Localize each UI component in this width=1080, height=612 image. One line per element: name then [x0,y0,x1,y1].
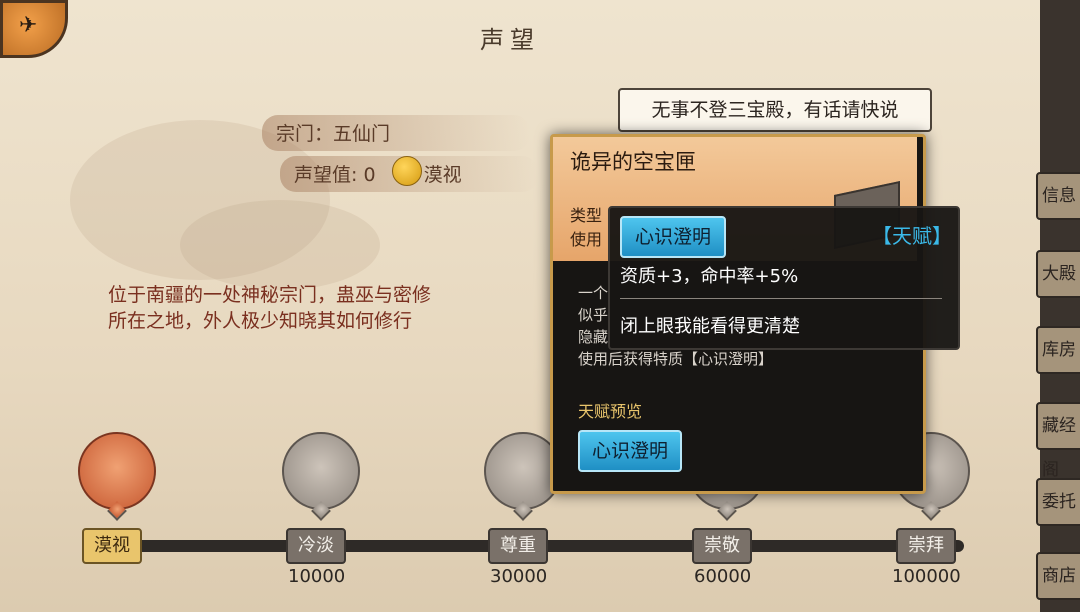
tier-icon-disdain[interactable] [78,432,156,510]
trait-stats: 资质+3，命中率+5% [620,266,799,287]
tier-label-worship: 崇拜 [896,528,956,564]
trait-flavor-text: 闭上眼我能看得更清楚 [620,316,800,337]
tier-label-respect: 尊重 [488,528,548,564]
sect-description: 位于南疆的一处神秘宗门，蛊巫与密修所在之地，外人极少知晓其如何修行 [108,284,432,332]
tier-threshold-worship: 100000 [892,566,961,587]
talent-preview-label: 天赋预览 [578,402,643,421]
tab-shop[interactable]: 商店 [1036,552,1080,600]
mountain-scenery [180,200,380,290]
tooltip-divider [620,298,942,299]
npc-speech-bubble: 无事不登三宝殿，有话请快说 [618,88,932,132]
tier-label-disdain: 漠视 [82,528,142,564]
bird-icon: ✈ [19,13,38,38]
reputation-status: 漠视 [423,164,462,186]
tier-label-reverence: 崇敬 [692,528,752,564]
trait-type-tag: 【天赋】 [872,224,952,248]
item-use-label: 使用 [570,230,603,249]
reputation-face-icon [392,156,422,186]
tab-library[interactable]: 藏经阁 [1036,402,1080,480]
tier-threshold-respect: 30000 [490,566,548,587]
reputation-label: 声望值: 0 [294,164,376,186]
item-type-label: 类型 [570,206,603,225]
sect-name: 宗门：五仙门 [262,115,530,151]
tier-threshold-cold: 10000 [288,566,346,587]
tier-threshold-reverence: 60000 [694,566,752,587]
item-description-line: 使用后获得特质【心识澄明】 [578,350,774,368]
page-title: 声望 [480,26,540,54]
tier-icon-cold[interactable] [282,432,360,510]
tab-hall[interactable]: 大殿 [1036,250,1080,298]
tab-commission[interactable]: 委托 [1036,478,1080,526]
tier-label-cold: 冷淡 [286,528,346,564]
tab-info[interactable]: 信息 [1036,172,1080,220]
talent-preview-button[interactable]: 心识澄明 [578,430,682,472]
tab-storehouse[interactable]: 库房 [1036,326,1080,374]
item-name: 诡异的空宝匣 [570,150,696,174]
trait-name-badge: 心识澄明 [620,216,726,258]
